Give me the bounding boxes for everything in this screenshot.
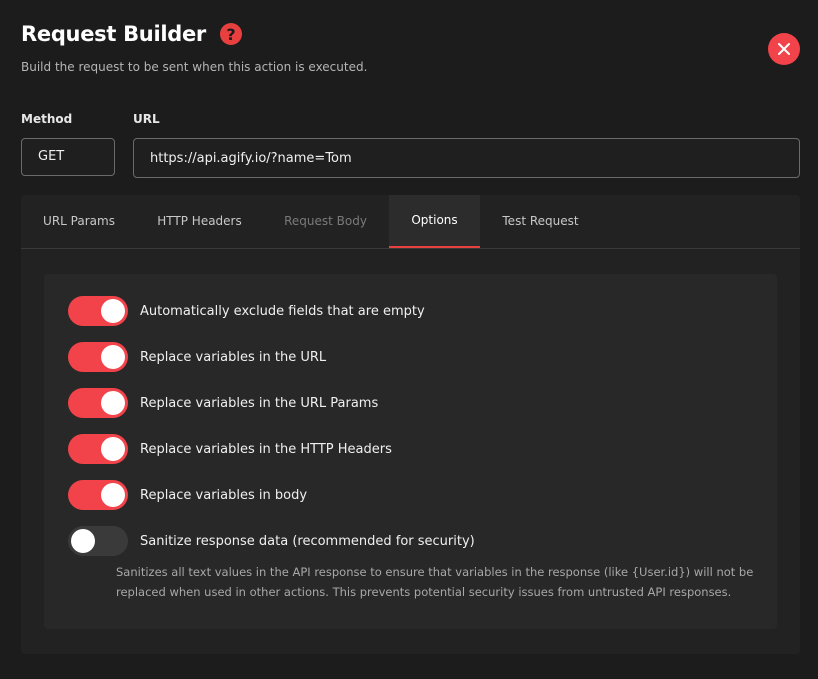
title-row: Request Builder ? xyxy=(21,22,242,46)
tab-bar: URL Params HTTP Headers Request Body Opt… xyxy=(21,195,800,249)
toggle-knob xyxy=(101,483,125,507)
request-builder-dialog: Request Builder ? Build the request to b… xyxy=(0,0,818,679)
close-button[interactable] xyxy=(768,33,800,65)
toggle-knob xyxy=(101,391,125,415)
method-select[interactable]: GET xyxy=(21,138,115,176)
tab-request-body[interactable]: Request Body xyxy=(262,195,389,248)
option-row-exclude-empty: Automatically exclude fields that are em… xyxy=(68,296,425,326)
toggle-switch[interactable] xyxy=(68,342,128,372)
toggle-knob xyxy=(101,437,125,461)
toggle-knob xyxy=(101,299,125,323)
option-row-replace-headers: Replace variables in the HTTP Headers xyxy=(68,434,392,464)
options-panel: URL Params HTTP Headers Request Body Opt… xyxy=(21,195,800,654)
option-label: Replace variables in the URL Params xyxy=(140,395,379,411)
close-icon xyxy=(778,43,790,55)
option-label: Automatically exclude fields that are em… xyxy=(140,303,425,319)
option-row-replace-url-params: Replace variables in the URL Params xyxy=(68,388,378,418)
toggle-switch[interactable] xyxy=(68,434,128,464)
tab-url-params[interactable]: URL Params xyxy=(21,195,137,248)
option-label: Sanitize response data (recommended for … xyxy=(140,533,475,549)
option-label: Replace variables in body xyxy=(140,487,308,503)
page-title: Request Builder xyxy=(21,22,206,46)
toggle-knob xyxy=(71,529,95,553)
toggle-switch[interactable] xyxy=(68,480,128,510)
toggle-knob xyxy=(101,345,125,369)
url-label: URL xyxy=(133,112,160,126)
option-row-replace-url: Replace variables in the URL xyxy=(68,342,326,372)
tab-options[interactable]: Options xyxy=(389,195,480,248)
option-row-replace-body: Replace variables in body xyxy=(68,480,307,510)
page-subtitle: Build the request to be sent when this a… xyxy=(21,60,368,74)
option-row-sanitize: Sanitize response data (recommended for … xyxy=(68,526,475,556)
sanitize-description: Sanitizes all text values in the API res… xyxy=(116,565,754,599)
tab-http-headers[interactable]: HTTP Headers xyxy=(137,195,262,248)
method-label: Method xyxy=(21,112,73,126)
tab-test-request[interactable]: Test Request xyxy=(480,195,601,248)
toggle-switch[interactable] xyxy=(68,526,128,556)
toggle-switch[interactable] xyxy=(68,296,128,326)
options-list: Automatically exclude fields that are em… xyxy=(44,274,777,629)
option-label: Replace variables in the HTTP Headers xyxy=(140,441,392,457)
help-icon[interactable]: ? xyxy=(219,23,242,45)
option-label: Replace variables in the URL xyxy=(140,349,327,365)
url-input[interactable] xyxy=(133,138,800,178)
toggle-switch[interactable] xyxy=(68,388,128,418)
